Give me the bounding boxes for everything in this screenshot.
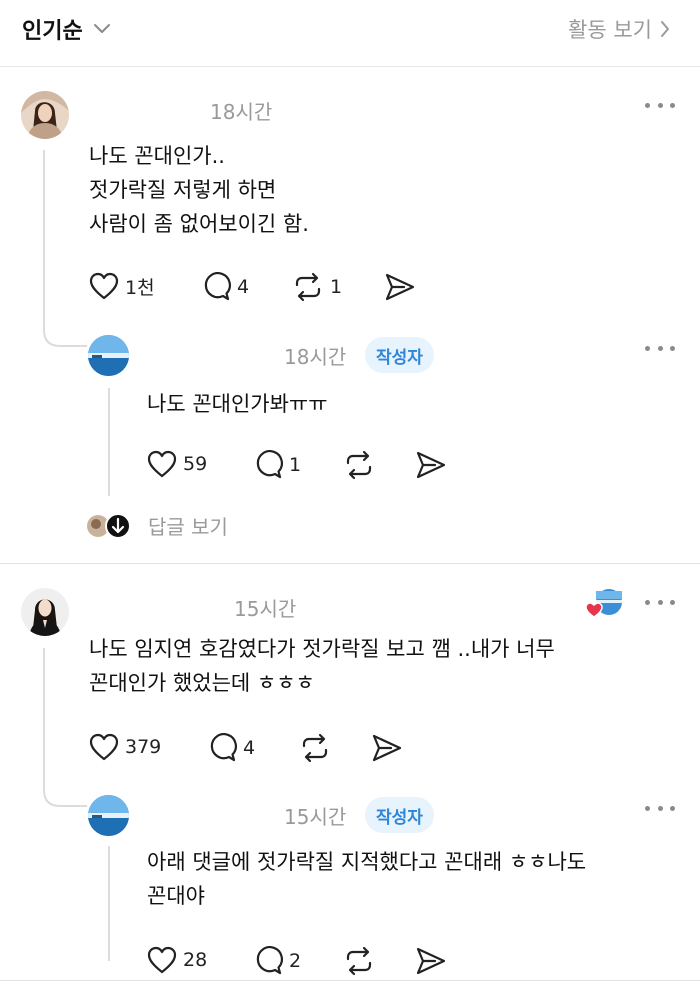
avatar[interactable] <box>88 795 129 836</box>
dot-icon <box>645 102 650 108</box>
like-count: 1천 <box>125 276 155 299</box>
reply-count: 4 <box>237 276 250 298</box>
repost-button[interactable]: 1 <box>292 272 342 302</box>
share-button[interactable] <box>384 272 416 302</box>
avatar[interactable] <box>21 588 69 636</box>
reply-count: 2 <box>289 950 302 972</box>
comment-time: 15시간 <box>234 597 297 621</box>
like-count: 379 <box>125 736 162 758</box>
repost-icon <box>295 272 321 302</box>
thread-line <box>108 388 110 496</box>
comment-bubble-icon <box>210 733 237 762</box>
reply-text: 아래 댓글에 젓가락질 지적했다고 꼰대래 ㅎㅎ나도 꼰대야 <box>147 850 587 908</box>
send-icon <box>372 734 402 762</box>
activity-link[interactable]: 활동 보기 <box>568 12 670 46</box>
reply-button[interactable]: 2 <box>253 946 301 976</box>
send-icon <box>416 947 446 975</box>
thread-curve <box>43 322 87 347</box>
like-count: 59 <box>183 453 208 475</box>
like-button[interactable]: 28 <box>147 946 207 974</box>
author-badge: 작성자 <box>365 797 434 833</box>
repost-count: 1 <box>330 276 343 298</box>
replier-avatars-icon <box>87 512 131 539</box>
more-options-button[interactable] <box>645 798 675 818</box>
comment-bubble-icon <box>204 272 231 301</box>
comment-bubble-icon <box>256 946 283 975</box>
reply-button[interactable]: 1 <box>253 450 301 480</box>
reply-button[interactable]: 4 <box>207 733 255 763</box>
reply-button[interactable]: 4 <box>201 272 249 302</box>
avatar[interactable] <box>88 335 129 376</box>
view-replies-button[interactable]: 답글 보기 <box>86 511 228 540</box>
heart-icon <box>89 733 119 761</box>
comment-text: 나도 임지연 호감였다가 젓가락질 보고 깸 ..내가 너무 꼰대인가 했었는데… <box>89 637 555 695</box>
dot-icon <box>645 599 650 605</box>
repost-button[interactable] <box>343 946 375 976</box>
dot-icon <box>670 805 675 811</box>
heart-icon <box>89 272 119 300</box>
reply-time: 18시간 <box>284 345 347 369</box>
sort-label: 인기순 <box>22 19 83 44</box>
thread-line <box>108 846 110 961</box>
view-replies-label: 답글 보기 <box>148 515 228 539</box>
repost-icon <box>346 946 372 976</box>
send-icon <box>385 273 415 301</box>
chevron-right-icon <box>661 21 669 37</box>
dot-icon <box>657 345 663 351</box>
bottom-divider <box>0 980 700 981</box>
repost-button[interactable] <box>343 450 375 480</box>
like-button[interactable]: 1천 <box>89 272 155 300</box>
share-button[interactable] <box>415 946 447 976</box>
share-button[interactable] <box>415 450 447 480</box>
activity-label: 활동 보기 <box>568 18 652 42</box>
reply-count: 4 <box>243 737 256 759</box>
reply-count: 1 <box>289 454 302 476</box>
comment-time: 18시간 <box>210 100 273 124</box>
dot-icon <box>670 102 675 108</box>
dot-icon <box>657 805 663 811</box>
repost-icon <box>302 733 328 763</box>
avatar[interactable] <box>21 91 69 139</box>
author-liked-indicator <box>585 587 625 621</box>
thread-line <box>43 150 45 330</box>
comment-text: 나도 꼰대인가.. 젓가락질 저렇게 하면 사람이 좀 없어보이긴 함. <box>89 144 309 236</box>
repost-button[interactable] <box>299 733 331 763</box>
dot-icon <box>657 102 663 108</box>
reply-time: 15시간 <box>284 805 347 829</box>
share-button[interactable] <box>371 733 403 763</box>
reply-text: 나도 꼰대인가봐ㅠㅠ <box>147 392 328 416</box>
dot-icon <box>670 599 675 605</box>
sort-dropdown[interactable]: 인기순 <box>22 12 111 46</box>
send-icon <box>416 451 446 479</box>
header-divider <box>0 66 700 67</box>
dot-icon <box>645 805 650 811</box>
dot-icon <box>657 599 663 605</box>
heart-icon <box>147 946 177 974</box>
more-options-button[interactable] <box>645 338 675 358</box>
more-options-button[interactable] <box>645 592 675 612</box>
header: 인기순 활동 보기 <box>0 0 700 60</box>
more-options-button[interactable] <box>645 95 675 115</box>
like-button[interactable]: 379 <box>89 733 161 761</box>
dot-icon <box>645 345 650 351</box>
author-badge: 작성자 <box>365 337 434 373</box>
comment-bubble-icon <box>256 450 283 479</box>
thread-curve <box>43 782 87 807</box>
heart-icon <box>147 450 177 478</box>
chevron-down-icon <box>93 24 110 33</box>
thread-line <box>43 648 45 790</box>
dot-icon <box>670 345 675 351</box>
comment-divider <box>0 563 700 564</box>
repost-icon <box>346 450 372 480</box>
like-button[interactable]: 59 <box>147 450 207 478</box>
like-count: 28 <box>183 949 208 971</box>
